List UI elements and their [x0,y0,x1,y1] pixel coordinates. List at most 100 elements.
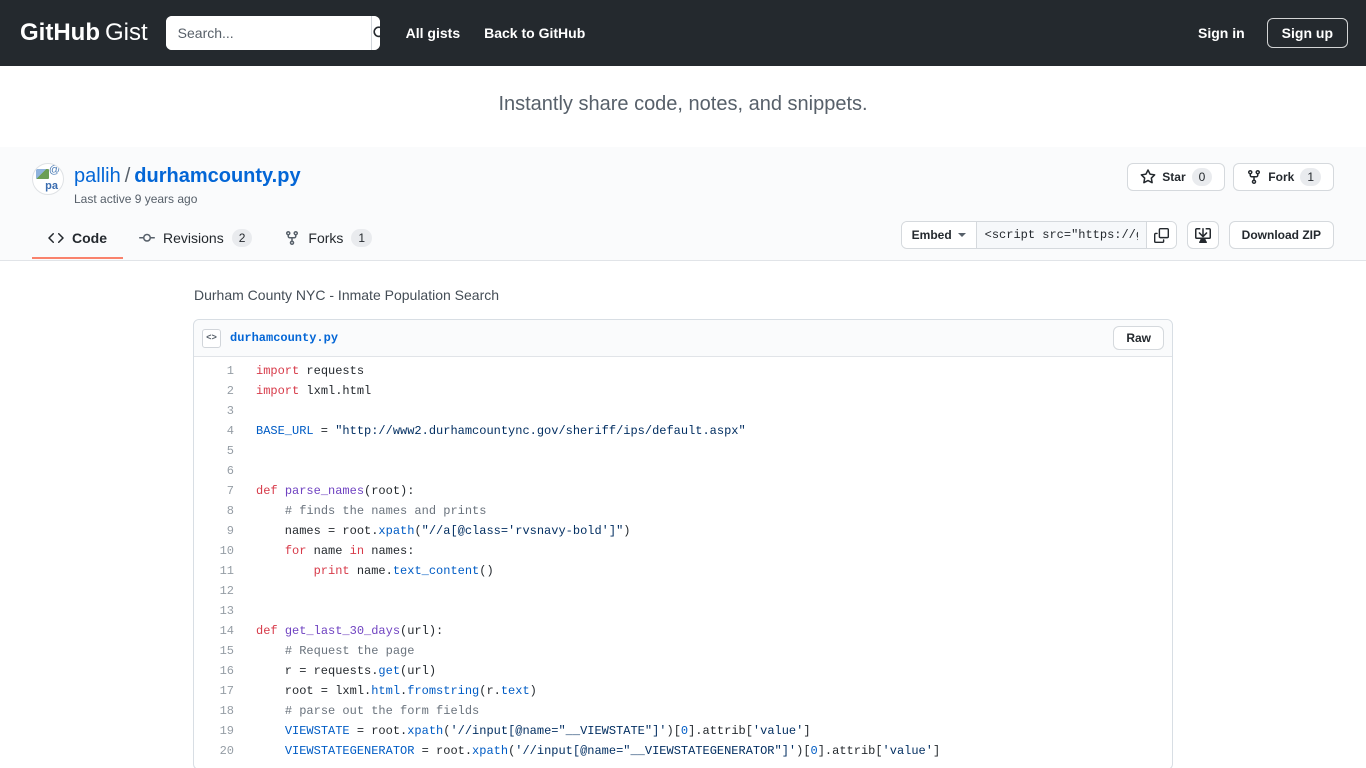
embed-dropdown-button[interactable]: Embed [902,222,976,248]
nav-all-gists[interactable]: All gists [406,25,460,41]
file-name-link[interactable]: durhamcounty.py [230,331,338,345]
avatar-text: pa [45,180,58,192]
line-number[interactable]: 1 [194,361,234,381]
line-number[interactable]: 16 [194,661,234,681]
logo-github: GitHub [20,19,100,46]
fork-count-badge: 1 [1300,168,1321,186]
gist-tab-bar: Code Revisions 2 Forks 1 Embed [32,220,1334,260]
embed-group: Embed [901,221,1177,249]
code-line-content: print name.text_content() [234,561,1172,581]
code-line: 7def parse_names(root): [194,481,1172,501]
line-number[interactable]: 18 [194,701,234,721]
line-number[interactable]: 7 [194,481,234,501]
star-count-badge: 0 [1192,168,1213,186]
gist-filename-link[interactable]: durhamcounty.py [134,165,300,187]
dropdown-caret-icon [958,233,966,237]
code-line-content: names = root.xpath("//a[@class='rvsnavy-… [234,521,1172,541]
code-line-content: import lxml.html [234,381,1172,401]
code-line-content: VIEWSTATE = root.xpath('//input[@name="_… [234,721,1172,741]
code-line: 10 for name in names: [194,541,1172,561]
last-active-text: Last active 9 years ago [74,192,301,206]
code-line: 3 [194,401,1172,421]
code-line-content [234,581,1172,601]
line-number[interactable]: 13 [194,601,234,621]
raw-button[interactable]: Raw [1113,326,1164,350]
gist-title: pallih/durhamcounty.py [74,163,301,189]
line-number[interactable]: 20 [194,741,234,761]
code-line: 11 print name.text_content() [194,561,1172,581]
desktop-download-button[interactable] [1187,221,1219,249]
avatar-image-fragment [36,169,49,179]
line-number[interactable]: 9 [194,521,234,541]
raw-button-label: Raw [1126,331,1151,345]
sign-up-button[interactable]: Sign up [1267,18,1348,48]
line-number[interactable]: 3 [194,401,234,421]
file-code-icon: <> [202,329,221,348]
line-number[interactable]: 4 [194,421,234,441]
tab-revisions-label: Revisions [163,230,224,246]
line-number[interactable]: 15 [194,641,234,661]
copy-embed-button[interactable] [1146,222,1176,248]
code-line: 19 VIEWSTATE = root.xpath('//input[@name… [194,721,1172,741]
fork-button[interactable]: Fork 1 [1233,163,1334,191]
line-number[interactable]: 10 [194,541,234,561]
line-number[interactable]: 19 [194,721,234,741]
star-button[interactable]: Star 0 [1127,163,1225,191]
tab-code[interactable]: Code [32,221,123,259]
gist-header: @ pa pallih/durhamcounty.py Last active … [0,147,1366,261]
nav-back-to-github[interactable]: Back to GitHub [484,25,585,41]
avatar[interactable]: @ pa [32,163,64,195]
code-line: 8 # finds the names and prints [194,501,1172,521]
line-number[interactable]: 11 [194,561,234,581]
code-line-content [234,441,1172,461]
download-zip-button[interactable]: Download ZIP [1229,221,1334,249]
tab-revisions[interactable]: Revisions 2 [123,220,268,260]
gist-actions: Star 0 Fork 1 [1127,163,1334,191]
search-box [166,16,380,50]
sign-in-link[interactable]: Sign in [1198,25,1245,41]
tab-forks[interactable]: Forks 1 [268,220,388,260]
code-line: 9 names = root.xpath("//a[@class='rvsnav… [194,521,1172,541]
code-line: 20 VIEWSTATEGENERATOR = root.xpath('//in… [194,741,1172,761]
fork-icon [284,230,300,246]
code-line: 18 # parse out the form fields [194,701,1172,721]
tab-forks-label: Forks [308,230,343,246]
header-nav: All gists Back to GitHub [406,25,586,41]
code-line-content: def get_last_30_days(url): [234,621,1172,641]
line-number[interactable]: 2 [194,381,234,401]
gist-toolbar: Embed Download ZIP [901,221,1334,259]
revisions-icon [139,230,155,246]
line-number[interactable]: 14 [194,621,234,641]
embed-snippet-input[interactable] [976,222,1146,248]
line-number[interactable]: 12 [194,581,234,601]
search-input[interactable] [166,16,371,50]
line-number[interactable]: 8 [194,501,234,521]
line-number[interactable]: 5 [194,441,234,461]
code-table: 1import requests2import lxml.html34BASE_… [194,361,1172,761]
forks-count-badge: 1 [351,229,372,247]
code-line: 1import requests [194,361,1172,381]
line-number[interactable]: 6 [194,461,234,481]
logo-gist: Gist [105,19,148,46]
code-line: 5 [194,441,1172,461]
revisions-count-badge: 2 [232,229,253,247]
github-gist-logo[interactable]: GitHubGist [20,19,148,47]
code-line-content [234,401,1172,421]
code-line: 4BASE_URL = "http://www2.durhamcountync.… [194,421,1172,441]
copy-icon [1154,228,1169,243]
code-line: 2import lxml.html [194,381,1172,401]
app-header: GitHubGist All gists Back to GitHub Sign… [0,0,1366,66]
search-icon [372,25,380,41]
code-line: 13 [194,601,1172,621]
title-separator: / [121,165,135,187]
code-area: 1import requests2import lxml.html34BASE_… [194,357,1172,768]
code-line-content: r = requests.get(url) [234,661,1172,681]
code-line: 15 # Request the page [194,641,1172,661]
code-line-content: # finds the names and prints [234,501,1172,521]
download-zip-label: Download ZIP [1242,228,1321,242]
owner-link[interactable]: pallih [74,165,121,187]
tagline: Instantly share code, notes, and snippet… [0,66,1366,147]
code-icon [48,230,64,246]
line-number[interactable]: 17 [194,681,234,701]
search-button[interactable] [371,16,380,50]
